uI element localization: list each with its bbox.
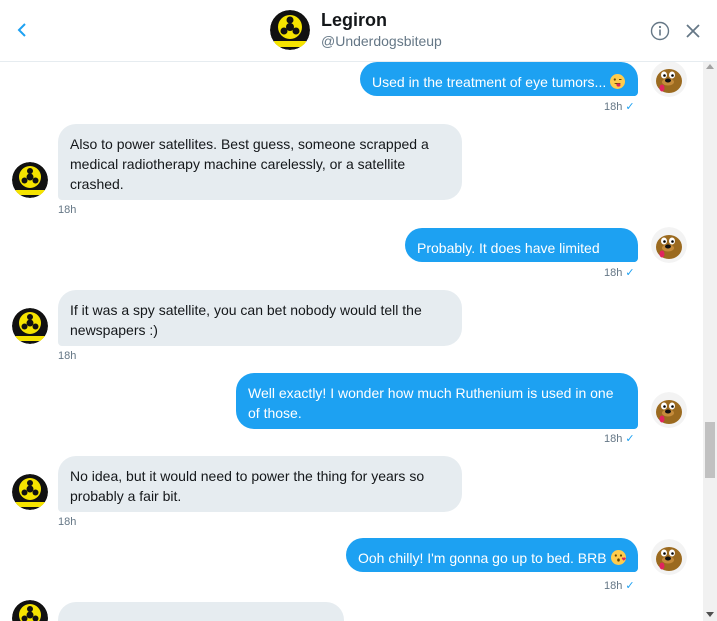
close-icon — [686, 24, 700, 38]
message-timestamp: 18h ✓ — [604, 267, 635, 279]
message-timestamp: 18h — [58, 350, 77, 362]
message-bubble-incoming[interactable] — [58, 602, 344, 621]
avatar[interactable] — [270, 10, 310, 50]
message-timestamp: 18h — [58, 516, 77, 528]
message-text: If it was a spy satellite, you can bet n… — [70, 302, 422, 338]
avatar[interactable] — [651, 392, 687, 428]
dog-avatar-icon — [651, 539, 687, 575]
message-bubble-incoming[interactable]: No idea, but it would need to power the … — [58, 456, 462, 512]
chevron-left-icon — [17, 23, 26, 37]
avatar[interactable] — [651, 227, 687, 263]
message-bubble-incoming[interactable]: If it was a spy satellite, you can bet n… — [58, 290, 462, 346]
scroll-down-arrow-icon[interactable] — [706, 612, 714, 617]
close-button[interactable] — [683, 21, 703, 41]
message-timestamp: 18h — [58, 204, 77, 216]
biohazard-icon — [12, 600, 48, 621]
message-text: Also to power satellites. Best guess, so… — [70, 136, 429, 192]
check-icon: ✓ — [625, 101, 635, 113]
check-icon: ✓ — [625, 267, 635, 279]
message-bubble-incoming[interactable]: Also to power satellites. Best guess, so… — [58, 124, 462, 200]
biohazard-icon — [12, 474, 48, 510]
message-text: Ooh chilly! I'm gonna go up to bed. BRB — [358, 550, 607, 566]
message-timestamp: 18h ✓ — [604, 101, 635, 113]
scroll-up-arrow-icon[interactable] — [706, 64, 714, 69]
biohazard-icon — [12, 162, 48, 198]
avatar[interactable] — [12, 308, 48, 344]
message-text: Probably. It does have limited use. — [417, 240, 600, 276]
kissing-face-icon — [610, 550, 626, 565]
message-text: Used in the treatment of eye tumors... — [372, 74, 607, 90]
avatar[interactable] — [12, 474, 48, 510]
message-bubble-outgoing[interactable]: Ooh chilly! I'm gonna go up to bed. BRB — [346, 538, 638, 572]
message-thread[interactable]: Used in the treatment of eye tumors... 1… — [0, 62, 703, 621]
message-bubble-outgoing[interactable]: Well exactly! I wonder how much Rutheniu… — [236, 373, 638, 429]
contact-name[interactable]: Legiron — [321, 10, 387, 31]
avatar[interactable] — [12, 600, 48, 621]
dog-avatar-icon — [651, 62, 687, 97]
conversation-header: Legiron @Underdogsbiteup — [0, 0, 717, 62]
message-timestamp: 18h ✓ — [604, 580, 635, 592]
check-icon: ✓ — [625, 580, 635, 592]
scrollbar-thumb[interactable] — [705, 422, 715, 478]
message-timestamp: 18h ✓ — [604, 433, 635, 445]
biohazard-icon — [270, 10, 310, 50]
back-button[interactable] — [10, 18, 34, 42]
message-bubble-outgoing[interactable]: Used in the treatment of eye tumors... — [360, 62, 638, 96]
info-button[interactable] — [650, 21, 670, 41]
avatar[interactable] — [651, 62, 687, 97]
avatar[interactable] — [12, 162, 48, 198]
contact-handle: @Underdogsbiteup — [321, 33, 442, 49]
message-bubble-outgoing[interactable]: Probably. It does have limited use. — [405, 228, 638, 276]
dog-avatar-icon — [651, 227, 687, 263]
info-icon — [650, 21, 670, 41]
message-text: Well exactly! I wonder how much Rutheniu… — [248, 385, 614, 421]
avatar[interactable] — [651, 539, 687, 575]
scrollbar[interactable] — [703, 62, 717, 621]
check-icon: ✓ — [625, 433, 635, 445]
message-text: No idea, but it would need to power the … — [70, 468, 425, 504]
dog-avatar-icon — [651, 392, 687, 428]
biohazard-icon — [12, 308, 48, 344]
winking-face-tongue-icon — [610, 74, 626, 89]
